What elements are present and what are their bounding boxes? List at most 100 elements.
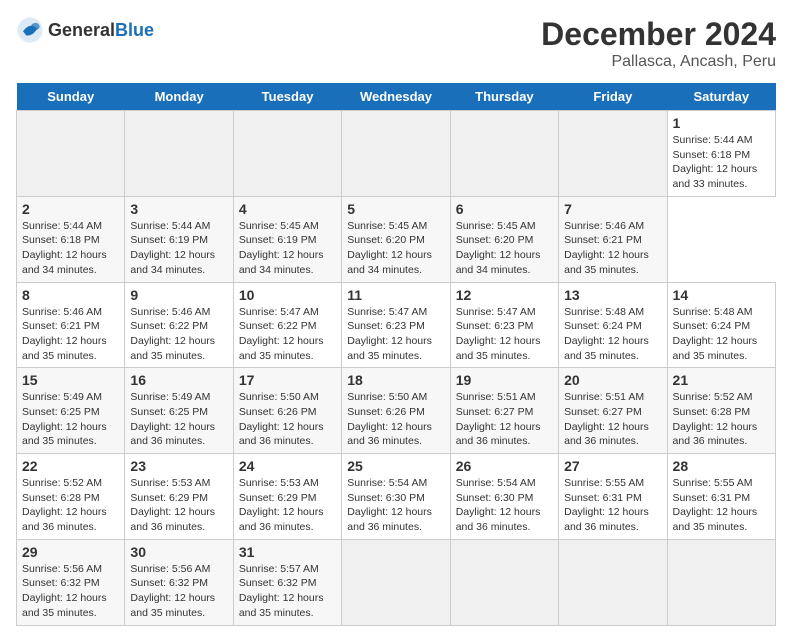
logo-icon bbox=[16, 16, 44, 44]
cell-info: Sunrise: 5:48 AMSunset: 6:24 PMDaylight:… bbox=[564, 306, 649, 362]
empty-cell bbox=[342, 539, 450, 625]
calendar-cell-day-31: 31 Sunrise: 5:57 AMSunset: 6:32 PMDaylig… bbox=[233, 539, 341, 625]
day-number: 5 bbox=[347, 201, 444, 217]
day-number: 27 bbox=[564, 458, 661, 474]
cell-info: Sunrise: 5:50 AMSunset: 6:26 PMDaylight:… bbox=[347, 391, 432, 447]
day-header-wednesday: Wednesday bbox=[342, 83, 450, 111]
calendar-cell-day-28: 28 Sunrise: 5:55 AMSunset: 6:31 PMDaylig… bbox=[667, 454, 775, 540]
cell-info: Sunrise: 5:46 AMSunset: 6:21 PMDaylight:… bbox=[564, 220, 649, 276]
logo-wordmark: GeneralBlue bbox=[48, 20, 154, 41]
page-subtitle: Pallasca, Ancash, Peru bbox=[541, 53, 776, 71]
day-number: 24 bbox=[239, 458, 336, 474]
calendar-cell-day-19: 19 Sunrise: 5:51 AMSunset: 6:27 PMDaylig… bbox=[450, 368, 558, 454]
day-number: 28 bbox=[673, 458, 770, 474]
cell-info: Sunrise: 5:44 AMSunset: 6:19 PMDaylight:… bbox=[130, 220, 215, 276]
day-number: 6 bbox=[456, 201, 553, 217]
calendar-cell-day-26: 26 Sunrise: 5:54 AMSunset: 6:30 PMDaylig… bbox=[450, 454, 558, 540]
calendar-cell-day-25: 25 Sunrise: 5:54 AMSunset: 6:30 PMDaylig… bbox=[342, 454, 450, 540]
calendar-cell-day-17: 17 Sunrise: 5:50 AMSunset: 6:26 PMDaylig… bbox=[233, 368, 341, 454]
cell-info: Sunrise: 5:47 AMSunset: 6:23 PMDaylight:… bbox=[347, 306, 432, 362]
page-title: December 2024 bbox=[541, 16, 776, 53]
empty-cell bbox=[450, 539, 558, 625]
day-number: 21 bbox=[673, 372, 770, 388]
day-number: 8 bbox=[22, 287, 119, 303]
day-number: 7 bbox=[564, 201, 661, 217]
day-number: 22 bbox=[22, 458, 119, 474]
day-number: 12 bbox=[456, 287, 553, 303]
cell-info: Sunrise: 5:51 AMSunset: 6:27 PMDaylight:… bbox=[456, 391, 541, 447]
calendar-cell-day-3: 3 Sunrise: 5:44 AMSunset: 6:19 PMDayligh… bbox=[125, 196, 233, 282]
day-number: 13 bbox=[564, 287, 661, 303]
empty-cell bbox=[233, 111, 341, 197]
cell-info: Sunrise: 5:49 AMSunset: 6:25 PMDaylight:… bbox=[130, 391, 215, 447]
calendar-cell-day-10: 10 Sunrise: 5:47 AMSunset: 6:22 PMDaylig… bbox=[233, 282, 341, 368]
cell-info: Sunrise: 5:54 AMSunset: 6:30 PMDaylight:… bbox=[347, 477, 432, 533]
calendar-cell-day-9: 9 Sunrise: 5:46 AMSunset: 6:22 PMDayligh… bbox=[125, 282, 233, 368]
day-number: 18 bbox=[347, 372, 444, 388]
calendar-cell-day-13: 13 Sunrise: 5:48 AMSunset: 6:24 PMDaylig… bbox=[559, 282, 667, 368]
header: GeneralBlue December 2024 Pallasca, Anca… bbox=[16, 16, 776, 71]
day-number: 4 bbox=[239, 201, 336, 217]
calendar-cell-day-30: 30 Sunrise: 5:56 AMSunset: 6:32 PMDaylig… bbox=[125, 539, 233, 625]
day-number: 1 bbox=[673, 115, 770, 131]
calendar-cell-day-23: 23 Sunrise: 5:53 AMSunset: 6:29 PMDaylig… bbox=[125, 454, 233, 540]
week-row-2: 2 Sunrise: 5:44 AMSunset: 6:18 PMDayligh… bbox=[17, 196, 776, 282]
calendar-cell-day-6: 6 Sunrise: 5:45 AMSunset: 6:20 PMDayligh… bbox=[450, 196, 558, 282]
calendar-cell-day-16: 16 Sunrise: 5:49 AMSunset: 6:25 PMDaylig… bbox=[125, 368, 233, 454]
calendar-cell-day-15: 15 Sunrise: 5:49 AMSunset: 6:25 PMDaylig… bbox=[17, 368, 125, 454]
cell-info: Sunrise: 5:45 AMSunset: 6:20 PMDaylight:… bbox=[456, 220, 541, 276]
cell-info: Sunrise: 5:46 AMSunset: 6:21 PMDaylight:… bbox=[22, 306, 107, 362]
cell-info: Sunrise: 5:56 AMSunset: 6:32 PMDaylight:… bbox=[22, 563, 107, 619]
day-number: 15 bbox=[22, 372, 119, 388]
day-number: 2 bbox=[22, 201, 119, 217]
day-number: 26 bbox=[456, 458, 553, 474]
day-number: 31 bbox=[239, 544, 336, 560]
week-row-4: 15 Sunrise: 5:49 AMSunset: 6:25 PMDaylig… bbox=[17, 368, 776, 454]
calendar-cell-day-20: 20 Sunrise: 5:51 AMSunset: 6:27 PMDaylig… bbox=[559, 368, 667, 454]
day-number: 9 bbox=[130, 287, 227, 303]
cell-info: Sunrise: 5:45 AMSunset: 6:19 PMDaylight:… bbox=[239, 220, 324, 276]
week-row-1: 1 Sunrise: 5:44 AMSunset: 6:18 PMDayligh… bbox=[17, 111, 776, 197]
day-header-saturday: Saturday bbox=[667, 83, 775, 111]
empty-cell bbox=[17, 111, 125, 197]
empty-cell bbox=[559, 111, 667, 197]
cell-info: Sunrise: 5:44 AMSunset: 6:18 PMDaylight:… bbox=[22, 220, 107, 276]
day-header-tuesday: Tuesday bbox=[233, 83, 341, 111]
cell-info: Sunrise: 5:53 AMSunset: 6:29 PMDaylight:… bbox=[130, 477, 215, 533]
cell-info: Sunrise: 5:52 AMSunset: 6:28 PMDaylight:… bbox=[673, 391, 758, 447]
day-number: 17 bbox=[239, 372, 336, 388]
calendar-cell-day-4: 4 Sunrise: 5:45 AMSunset: 6:19 PMDayligh… bbox=[233, 196, 341, 282]
calendar-cell-day-8: 8 Sunrise: 5:46 AMSunset: 6:21 PMDayligh… bbox=[17, 282, 125, 368]
cell-info: Sunrise: 5:47 AMSunset: 6:23 PMDaylight:… bbox=[456, 306, 541, 362]
cell-info: Sunrise: 5:48 AMSunset: 6:24 PMDaylight:… bbox=[673, 306, 758, 362]
calendar-cell-day-1: 1 Sunrise: 5:44 AMSunset: 6:18 PMDayligh… bbox=[667, 111, 775, 197]
title-area: December 2024 Pallasca, Ancash, Peru bbox=[541, 16, 776, 71]
logo-blue: Blue bbox=[115, 20, 154, 40]
cell-info: Sunrise: 5:52 AMSunset: 6:28 PMDaylight:… bbox=[22, 477, 107, 533]
day-header-sunday: Sunday bbox=[17, 83, 125, 111]
cell-info: Sunrise: 5:53 AMSunset: 6:29 PMDaylight:… bbox=[239, 477, 324, 533]
empty-cell bbox=[450, 111, 558, 197]
day-number: 20 bbox=[564, 372, 661, 388]
day-number: 30 bbox=[130, 544, 227, 560]
calendar-cell-day-14: 14 Sunrise: 5:48 AMSunset: 6:24 PMDaylig… bbox=[667, 282, 775, 368]
calendar-header-row: SundayMondayTuesdayWednesdayThursdayFrid… bbox=[17, 83, 776, 111]
calendar-cell-day-11: 11 Sunrise: 5:47 AMSunset: 6:23 PMDaylig… bbox=[342, 282, 450, 368]
calendar-cell-day-2: 2 Sunrise: 5:44 AMSunset: 6:18 PMDayligh… bbox=[17, 196, 125, 282]
day-number: 10 bbox=[239, 287, 336, 303]
calendar-cell-day-21: 21 Sunrise: 5:52 AMSunset: 6:28 PMDaylig… bbox=[667, 368, 775, 454]
cell-info: Sunrise: 5:46 AMSunset: 6:22 PMDaylight:… bbox=[130, 306, 215, 362]
day-number: 3 bbox=[130, 201, 227, 217]
empty-cell bbox=[559, 539, 667, 625]
cell-info: Sunrise: 5:55 AMSunset: 6:31 PMDaylight:… bbox=[564, 477, 649, 533]
day-number: 23 bbox=[130, 458, 227, 474]
empty-cell bbox=[125, 111, 233, 197]
cell-info: Sunrise: 5:54 AMSunset: 6:30 PMDaylight:… bbox=[456, 477, 541, 533]
day-number: 19 bbox=[456, 372, 553, 388]
empty-cell bbox=[342, 111, 450, 197]
calendar-cell-day-22: 22 Sunrise: 5:52 AMSunset: 6:28 PMDaylig… bbox=[17, 454, 125, 540]
empty-cell bbox=[667, 539, 775, 625]
calendar-cell-day-29: 29 Sunrise: 5:56 AMSunset: 6:32 PMDaylig… bbox=[17, 539, 125, 625]
day-number: 25 bbox=[347, 458, 444, 474]
calendar-cell-day-27: 27 Sunrise: 5:55 AMSunset: 6:31 PMDaylig… bbox=[559, 454, 667, 540]
